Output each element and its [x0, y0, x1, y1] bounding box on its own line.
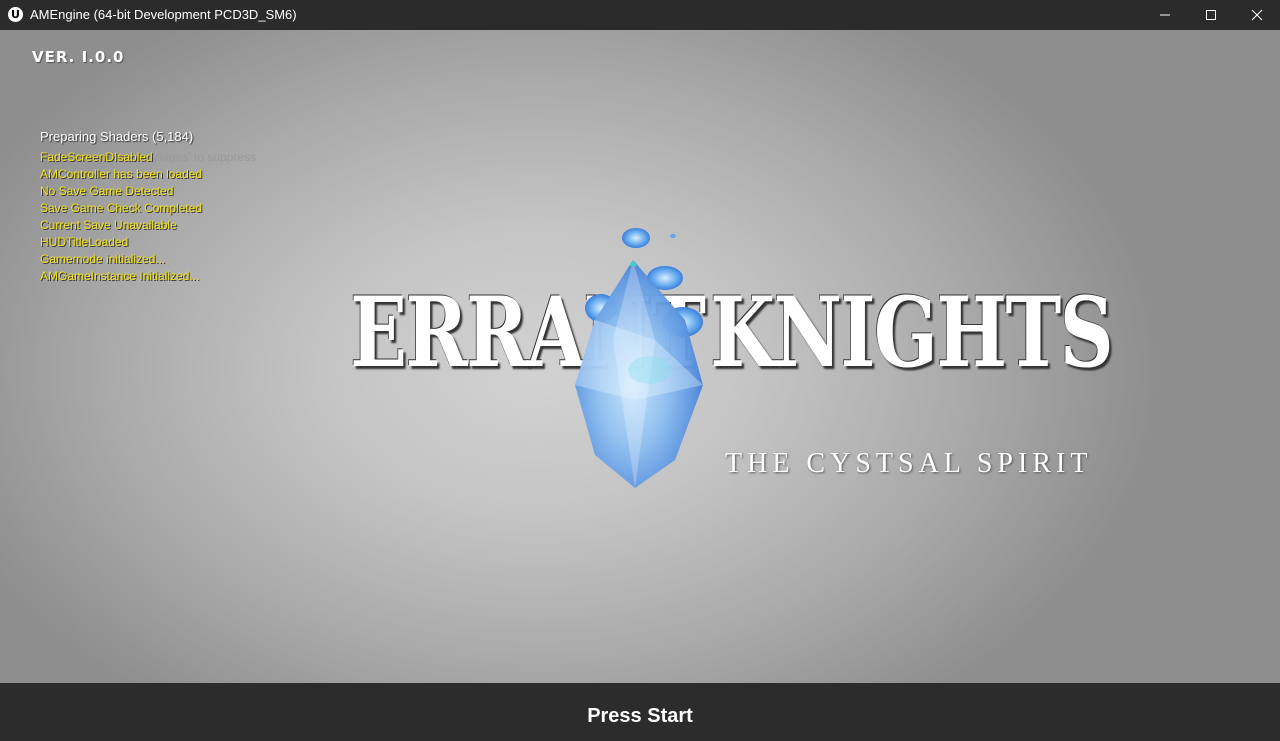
footer-bar[interactable]: Press Start — [0, 683, 1280, 741]
logo-subtitle: THE CYSTSAL SPIRIT — [725, 448, 1093, 479]
debug-message: AMGameInstance Initialized... — [40, 269, 200, 283]
debug-message: Gamemode initialized... — [40, 252, 166, 266]
crystal-emblem-icon — [575, 228, 703, 488]
debug-message: HUDTitleLoaded — [40, 235, 129, 249]
debug-message-list: FadeScreenDIsabled AMController has been… — [40, 150, 202, 286]
minimize-icon — [1160, 14, 1170, 16]
unreal-engine-logo-icon: U — [8, 7, 23, 22]
minimize-button[interactable] — [1142, 0, 1188, 30]
debug-message: Current Save Unavailable — [40, 218, 177, 232]
press-start-prompt[interactable]: Press Start — [0, 705, 1280, 728]
maximize-icon — [1206, 10, 1216, 20]
shader-progress-message: Preparing Shaders (5,184) — [40, 129, 194, 144]
debug-message: Save Game Check Completed — [40, 201, 203, 215]
debug-message: No Save Game Detected — [40, 184, 174, 198]
title-bar[interactable]: U AMEngine (64-bit Development PCD3D_SM6… — [0, 0, 1280, 30]
game-window: U AMEngine (64-bit Development PCD3D_SM6… — [0, 0, 1280, 741]
debug-message: FadeScreenDIsabled — [40, 150, 153, 164]
window-title: AMEngine (64-bit Development PCD3D_SM6) — [30, 7, 297, 22]
logo-word-knights: KNIGHTS — [710, 276, 1114, 389]
maximize-button[interactable] — [1188, 0, 1234, 30]
version-label: VER. I.0.0 — [32, 48, 125, 66]
game-viewport[interactable]: VER. I.0.0 Preparing Shaders (5,184) 'Di… — [0, 30, 1280, 683]
close-icon — [1251, 9, 1263, 21]
debug-message: AMController has been loaded — [40, 167, 203, 181]
close-button[interactable] — [1234, 0, 1280, 30]
